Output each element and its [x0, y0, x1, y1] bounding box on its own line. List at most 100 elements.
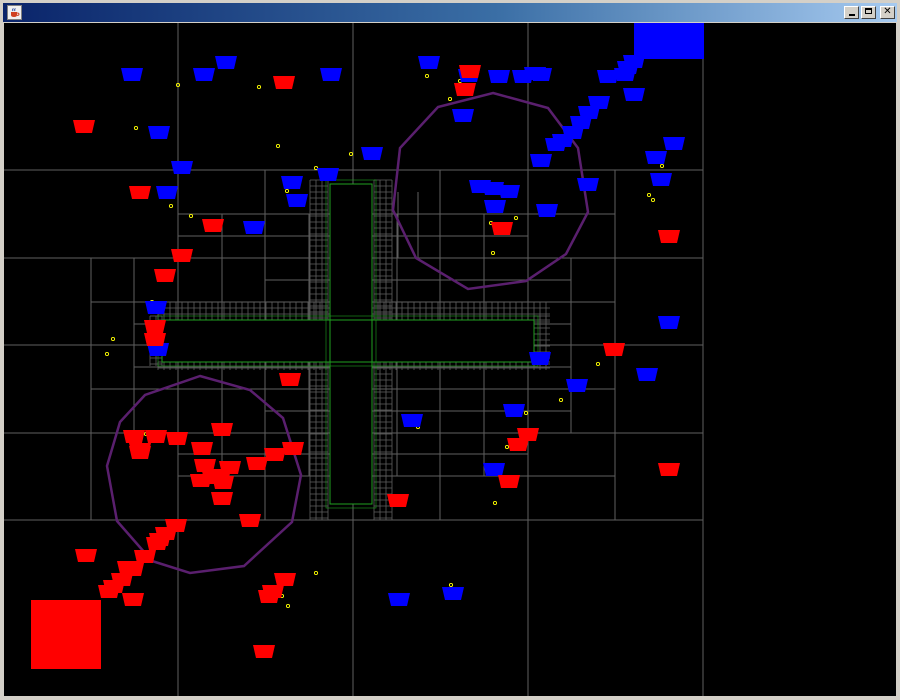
resource-dot: [275, 143, 281, 149]
blue-unit[interactable]: [577, 178, 599, 191]
blue-unit[interactable]: [193, 68, 215, 81]
maximize-button[interactable]: [861, 6, 876, 19]
blue-unit[interactable]: [452, 109, 474, 122]
blue-unit[interactable]: [281, 176, 303, 189]
red-unit[interactable]: [154, 269, 176, 282]
red-unit[interactable]: [454, 83, 476, 96]
blue-unit[interactable]: [483, 463, 505, 476]
red-unit[interactable]: [75, 549, 97, 562]
blue-base[interactable]: [634, 23, 704, 59]
resource-dot: [490, 250, 496, 256]
red-unit[interactable]: [166, 432, 188, 445]
red-unit[interactable]: [603, 343, 625, 356]
blue-unit[interactable]: [401, 414, 423, 427]
blue-unit[interactable]: [645, 151, 667, 164]
red-unit[interactable]: [145, 430, 167, 443]
resource-dot: [110, 336, 116, 342]
resource-dot: [285, 603, 291, 609]
red-unit[interactable]: [123, 430, 145, 443]
blue-unit[interactable]: [524, 67, 546, 80]
blue-unit[interactable]: [361, 147, 383, 160]
red-unit[interactable]: [117, 561, 139, 574]
red-unit[interactable]: [491, 222, 513, 235]
red-unit[interactable]: [129, 443, 151, 456]
resource-dot: [646, 192, 652, 198]
red-unit[interactable]: [103, 580, 125, 593]
blue-unit[interactable]: [243, 221, 265, 234]
red-unit[interactable]: [209, 469, 231, 482]
blue-unit[interactable]: [498, 185, 520, 198]
blue-unit[interactable]: [148, 126, 170, 139]
red-unit[interactable]: [387, 494, 409, 507]
resource-dot: [348, 151, 354, 157]
red-unit[interactable]: [459, 65, 481, 78]
battlefield[interactable]: [4, 23, 896, 696]
red-unit[interactable]: [498, 475, 520, 488]
blue-unit[interactable]: [145, 301, 167, 314]
resource-dot: [492, 500, 498, 506]
blue-unit[interactable]: [658, 316, 680, 329]
blue-unit[interactable]: [536, 204, 558, 217]
blue-unit[interactable]: [121, 68, 143, 81]
game-canvas[interactable]: [4, 23, 896, 696]
maximize-icon: [865, 8, 872, 14]
blue-unit[interactable]: [545, 138, 567, 151]
red-unit[interactable]: [202, 219, 224, 232]
red-unit[interactable]: [262, 585, 284, 598]
red-unit[interactable]: [129, 186, 151, 199]
blue-unit[interactable]: [529, 352, 551, 365]
blue-unit[interactable]: [215, 56, 237, 69]
red-unit[interactable]: [279, 373, 301, 386]
close-button[interactable]: ✕: [880, 6, 895, 19]
red-unit[interactable]: [658, 230, 680, 243]
resource-dot: [523, 410, 529, 416]
red-unit[interactable]: [144, 320, 166, 333]
resource-dot: [650, 197, 656, 203]
blue-unit[interactable]: [286, 194, 308, 207]
red-unit[interactable]: [246, 457, 268, 470]
blue-unit[interactable]: [488, 70, 510, 83]
blue-unit[interactable]: [530, 154, 552, 167]
blue-unit[interactable]: [317, 168, 339, 181]
blue-unit[interactable]: [650, 173, 672, 186]
game-window: ✕: [0, 0, 900, 700]
red-unit[interactable]: [253, 645, 275, 658]
red-unit[interactable]: [658, 463, 680, 476]
blue-unit[interactable]: [566, 379, 588, 392]
red-unit[interactable]: [239, 514, 261, 527]
blue-unit[interactable]: [442, 587, 464, 600]
red-unit[interactable]: [507, 438, 529, 451]
wall-center: [329, 319, 373, 363]
blue-unit[interactable]: [156, 186, 178, 199]
red-unit[interactable]: [149, 533, 171, 546]
red-base[interactable]: [31, 600, 101, 669]
minimize-button[interactable]: [844, 6, 859, 19]
resource-dot: [284, 188, 290, 194]
title-bar[interactable]: ✕: [3, 3, 897, 22]
blue-unit[interactable]: [320, 68, 342, 81]
red-unit[interactable]: [122, 593, 144, 606]
resource-dot: [104, 351, 110, 357]
red-unit[interactable]: [191, 442, 213, 455]
red-unit[interactable]: [171, 249, 193, 262]
red-unit[interactable]: [190, 474, 212, 487]
resource-dot: [504, 444, 510, 450]
java-cup-icon[interactable]: [7, 5, 22, 20]
blue-unit[interactable]: [484, 200, 506, 213]
blue-unit[interactable]: [418, 56, 440, 69]
blue-unit[interactable]: [636, 368, 658, 381]
red-unit[interactable]: [211, 423, 233, 436]
blue-unit[interactable]: [388, 593, 410, 606]
red-unit[interactable]: [144, 333, 166, 346]
red-unit[interactable]: [282, 442, 304, 455]
blue-unit[interactable]: [663, 137, 685, 150]
red-unit[interactable]: [211, 492, 233, 505]
red-unit[interactable]: [264, 448, 286, 461]
red-unit[interactable]: [73, 120, 95, 133]
red-unit[interactable]: [274, 573, 296, 586]
blue-unit[interactable]: [171, 161, 193, 174]
red-unit[interactable]: [273, 76, 295, 89]
blue-unit[interactable]: [503, 404, 525, 417]
blue-unit[interactable]: [623, 88, 645, 101]
blue-unit[interactable]: [623, 55, 645, 68]
